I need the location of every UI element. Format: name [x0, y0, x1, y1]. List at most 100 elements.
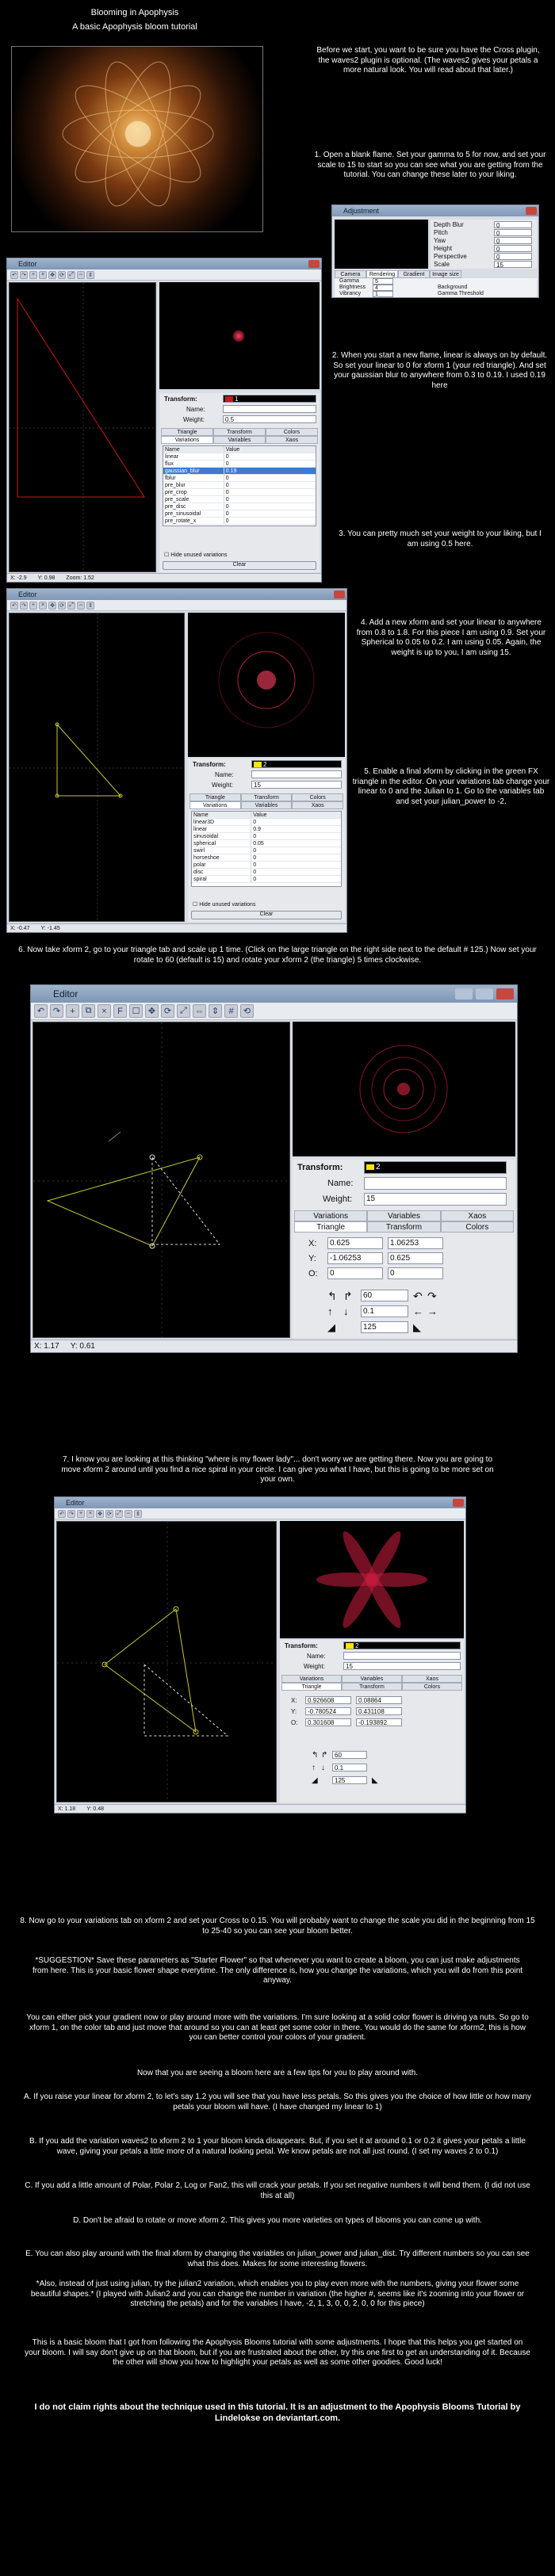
table-row[interactable]: pre_crop 0 [163, 489, 316, 496]
transform-select[interactable]: 2 [364, 1161, 507, 1174]
close-icon[interactable] [496, 988, 514, 999]
clear-button[interactable]: Clear [163, 561, 316, 570]
rotate-cw-icon[interactable]: ↱ [321, 1751, 327, 1760]
scale-down-icon[interactable]: ◢ [312, 1776, 318, 1785]
triangle-canvas-3[interactable] [33, 1022, 290, 1338]
table-row[interactable]: linear 0.9 [192, 826, 341, 833]
scale-down-icon[interactable]: ◢ [327, 1321, 335, 1334]
rotate-ccw-icon[interactable]: ↰ [312, 1751, 318, 1760]
rotate-icon[interactable]: ⟳ [161, 1004, 174, 1018]
perspective-field[interactable]: 0 [494, 253, 532, 261]
tab-camera[interactable]: Camera [335, 270, 366, 278]
tab-variables[interactable]: Variables [367, 1210, 441, 1221]
rotate-cw-icon[interactable]: ↱ [343, 1290, 353, 1303]
close-icon[interactable] [526, 207, 537, 215]
table-row[interactable]: gaussian_blur 0.19 [163, 468, 316, 475]
move-up-icon[interactable]: ↑ [327, 1305, 333, 1317]
scale-icon[interactable]: ⤢ [177, 1004, 190, 1018]
tab-variables[interactable]: Variables [213, 436, 266, 444]
hide-unused-checkbox[interactable]: ☐ Hide unused variations [164, 552, 227, 558]
table-row[interactable]: linear3D 0 [192, 819, 341, 826]
scale-icon[interactable]: ⤢ [67, 601, 75, 610]
move-icon[interactable]: ✥ [48, 270, 56, 279]
table-row[interactable]: horseshoe 0 [192, 854, 341, 862]
move-left-icon[interactable]: ← [413, 1305, 423, 1317]
height-field[interactable]: 0 [494, 245, 532, 253]
hide-unused-checkbox[interactable]: ☐ Hide unused variations [193, 901, 255, 908]
final-xform-icon[interactable]: F [113, 1004, 127, 1018]
var-value[interactable]: 0 [224, 510, 229, 517]
pitch-field[interactable]: 0 [494, 229, 532, 237]
var-value[interactable]: 0 [224, 503, 229, 510]
table-row[interactable]: sinusoidal 0 [192, 833, 341, 840]
table-row[interactable]: pre_scale 0 [163, 496, 316, 503]
var-value[interactable]: 0 [251, 819, 256, 825]
add-xform-icon[interactable]: + [29, 601, 37, 610]
rotate-left-icon[interactable]: ↶ [413, 1290, 423, 1303]
tab-xaos[interactable]: Xaos [440, 1210, 514, 1221]
flip-h-icon[interactable]: ⇔ [77, 601, 85, 610]
scale-up-icon[interactable]: ◣ [372, 1776, 378, 1785]
coord-y-b[interactable]: 0.625 [388, 1252, 443, 1264]
name-field[interactable] [223, 405, 316, 413]
coord-y-a[interactable]: -0.780524 [305, 1707, 351, 1715]
rotate-icon[interactable]: ⟳ [58, 270, 66, 279]
table-row[interactable]: fblur 0 [163, 475, 316, 482]
tab-xaos[interactable]: Xaos [402, 1675, 462, 1683]
tab-variations[interactable]: Variations [281, 1675, 342, 1683]
scale-size-field[interactable]: 125 [332, 1776, 367, 1784]
coord-x-a[interactable]: 0.926608 [305, 1696, 351, 1704]
tab-gradient[interactable]: Gradient [398, 270, 430, 278]
table-row[interactable]: swirl 0 [192, 847, 341, 854]
move-icon[interactable]: ✥ [48, 601, 56, 610]
move-icon[interactable]: ✥ [96, 1509, 104, 1518]
undo-icon[interactable]: ↶ [10, 601, 18, 610]
weight-field[interactable]: 15 [343, 1662, 461, 1670]
tab-colors[interactable]: Colors [440, 1221, 514, 1233]
clear-button[interactable]: Clear [191, 911, 342, 919]
scale-size-field[interactable]: 125 [361, 1321, 408, 1333]
tab-triangle[interactable]: Triangle [161, 428, 213, 436]
table-row[interactable]: disc 0 [192, 869, 341, 876]
transform-select[interactable]: 2 [343, 1642, 461, 1649]
flip-h-icon[interactable]: ⇔ [77, 270, 85, 279]
gamma-field[interactable]: 5 [373, 278, 393, 285]
var-value[interactable]: 0.19 [224, 468, 237, 474]
move-step-field[interactable]: 0.1 [361, 1305, 408, 1317]
yaw-field[interactable]: 0 [494, 237, 532, 245]
var-value[interactable]: 0 [224, 518, 229, 524]
coord-y-a[interactable]: -1.06253 [327, 1252, 383, 1264]
var-value[interactable]: 0 [251, 854, 256, 861]
table-row[interactable]: flux 0 [163, 461, 316, 468]
scale-up-icon[interactable]: ◣ [413, 1321, 421, 1334]
add-xform-icon[interactable]: + [77, 1509, 85, 1518]
flip-v-icon[interactable]: ⇕ [209, 1004, 222, 1018]
coord-y-b[interactable]: 0.431108 [356, 1707, 402, 1715]
tab-variations[interactable]: Variations [189, 801, 241, 809]
redo-icon[interactable]: ↷ [50, 1004, 63, 1018]
move-down-icon[interactable]: ↓ [321, 1764, 325, 1772]
undo-icon[interactable]: ↶ [58, 1509, 66, 1518]
minimize-icon[interactable] [455, 988, 473, 999]
rotate-right-icon[interactable]: ↷ [427, 1290, 437, 1303]
redo-icon[interactable]: ↷ [20, 601, 28, 610]
redo-icon[interactable]: ↷ [20, 270, 28, 279]
tab-variables[interactable]: Variables [342, 1675, 402, 1683]
triangle-canvas-2[interactable] [9, 613, 185, 922]
reset-icon[interactable]: ⟲ [240, 1004, 254, 1018]
weight-field[interactable]: 0.5 [223, 415, 316, 423]
coord-o-a[interactable]: 0.301608 [305, 1718, 351, 1726]
var-value[interactable]: 0 [224, 461, 229, 467]
table-row[interactable]: spiral 0 [192, 876, 341, 883]
tab-xaos[interactable]: Xaos [266, 436, 318, 444]
vibrancy-field[interactable]: 1 [373, 291, 393, 297]
var-value[interactable]: 0 [224, 475, 229, 481]
name-field[interactable] [364, 1177, 507, 1190]
transform-select[interactable]: 1 [223, 395, 316, 403]
scale-icon[interactable]: ⤢ [115, 1509, 123, 1518]
move-up-icon[interactable]: ↑ [312, 1764, 316, 1772]
rotate-icon[interactable]: ⟳ [105, 1509, 113, 1518]
name-field[interactable] [343, 1652, 461, 1660]
scale-field[interactable]: 15 [494, 261, 532, 269]
tab-transform[interactable]: Transform [367, 1221, 441, 1233]
